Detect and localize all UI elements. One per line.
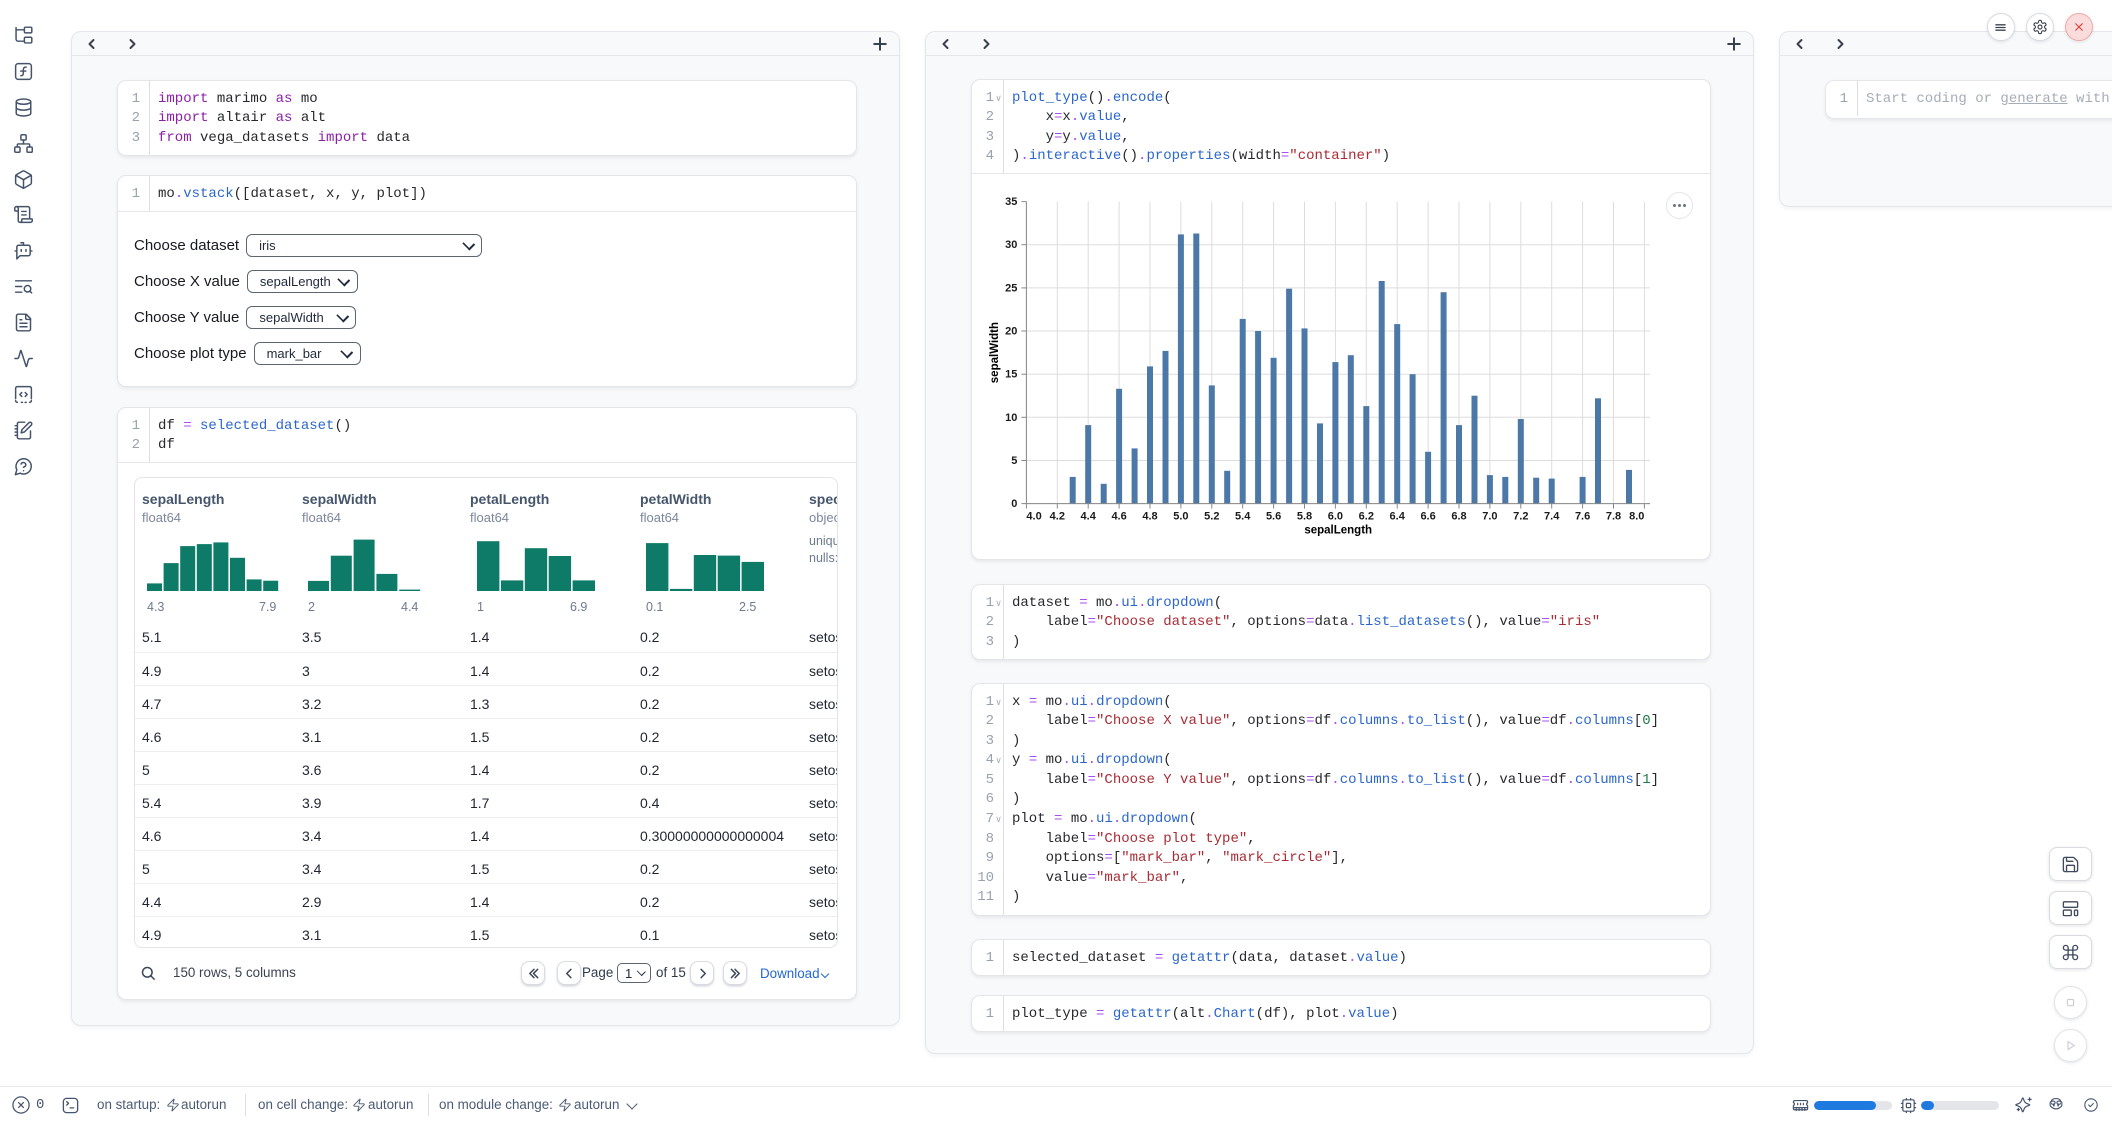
svg-text:5.8: 5.8 bbox=[1297, 511, 1312, 523]
svg-text:8.0: 8.0 bbox=[1629, 511, 1644, 523]
svg-text:25: 25 bbox=[1005, 283, 1017, 295]
svg-text:4.0: 4.0 bbox=[1026, 511, 1041, 523]
svg-text:5.2: 5.2 bbox=[1204, 511, 1219, 523]
svg-text:7.8: 7.8 bbox=[1606, 511, 1621, 523]
svg-text:4.2: 4.2 bbox=[1050, 511, 1065, 523]
svg-text:6.2: 6.2 bbox=[1359, 511, 1374, 523]
svg-text:35: 35 bbox=[1005, 196, 1017, 208]
svg-text:6.0: 6.0 bbox=[1328, 511, 1343, 523]
svg-text:10: 10 bbox=[1005, 412, 1017, 424]
svg-text:5: 5 bbox=[1011, 455, 1017, 467]
svg-text:7.2: 7.2 bbox=[1513, 511, 1528, 523]
svg-text:5.4: 5.4 bbox=[1235, 511, 1251, 523]
svg-text:30: 30 bbox=[1005, 240, 1017, 252]
svg-text:6.8: 6.8 bbox=[1451, 511, 1466, 523]
svg-text:4.6: 4.6 bbox=[1111, 511, 1126, 523]
svg-text:5.0: 5.0 bbox=[1173, 511, 1188, 523]
svg-text:7.0: 7.0 bbox=[1482, 511, 1497, 523]
svg-text:20: 20 bbox=[1005, 326, 1017, 338]
svg-text:4.4: 4.4 bbox=[1081, 511, 1097, 523]
svg-text:sepalWidth: sepalWidth bbox=[989, 322, 1001, 383]
svg-text:4.8: 4.8 bbox=[1142, 511, 1157, 523]
svg-text:5.6: 5.6 bbox=[1266, 511, 1281, 523]
svg-text:6.6: 6.6 bbox=[1420, 511, 1435, 523]
svg-text:0: 0 bbox=[1011, 498, 1017, 510]
svg-text:7.6: 7.6 bbox=[1575, 511, 1590, 523]
svg-text:sepalLength: sepalLength bbox=[1304, 525, 1372, 537]
svg-text:15: 15 bbox=[1005, 369, 1017, 381]
svg-text:7.4: 7.4 bbox=[1544, 511, 1560, 523]
svg-text:6.4: 6.4 bbox=[1390, 511, 1406, 523]
